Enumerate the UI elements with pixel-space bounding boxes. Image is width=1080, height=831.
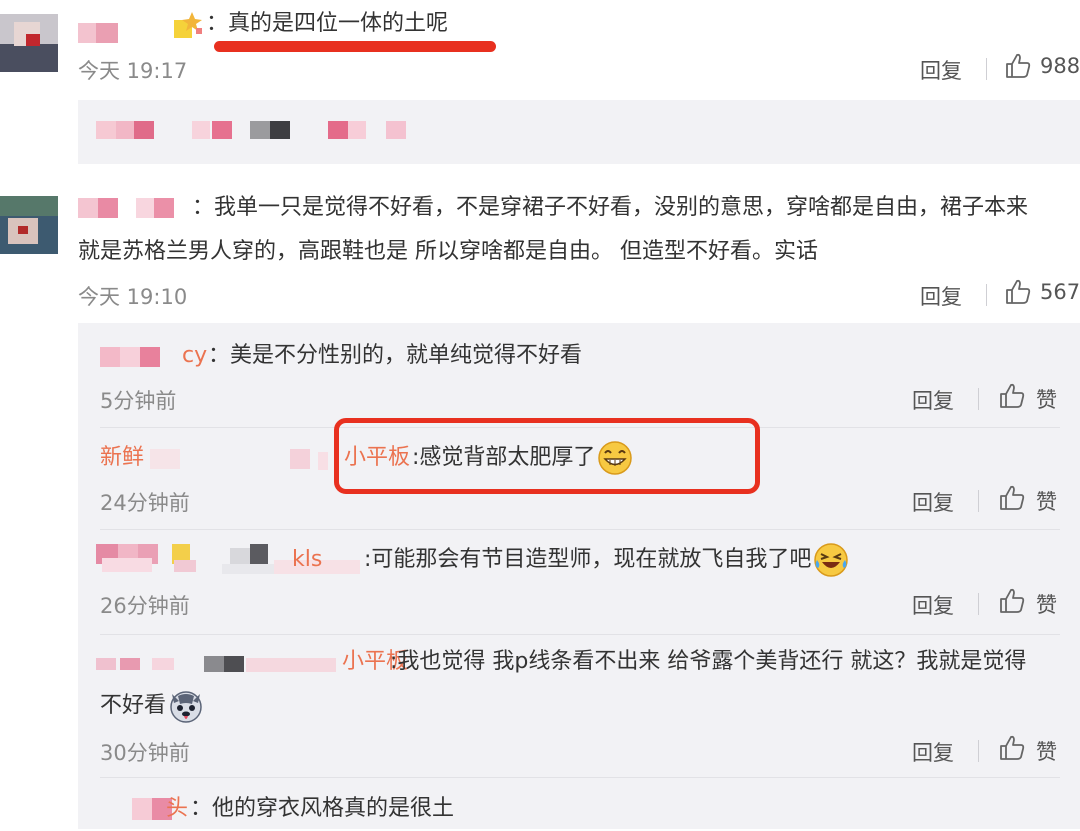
comment-time: 今天 19:10 xyxy=(78,285,188,309)
avatar[interactable] xyxy=(0,14,58,72)
action-divider xyxy=(978,593,979,615)
reply-username-blurred[interactable] xyxy=(150,446,330,472)
action-divider xyxy=(978,388,979,410)
reply-username-blurred[interactable] xyxy=(100,345,180,369)
reply-time: 5分钟前 xyxy=(100,389,177,413)
like-label: 赞 xyxy=(1036,740,1057,764)
reply-username-blurred[interactable] xyxy=(96,654,342,674)
comment-text-line2: 就是苏格兰男人穿的，高跟鞋也是 所以穿啥都是自由。 但造型不好看。实话 xyxy=(78,239,818,264)
comment-text-line1: ：我单一只是觉得不好看，不是穿裙子不好看，没别的意思，穿啥都是自由，裙子本来 xyxy=(192,195,1029,220)
reply-time: 30分钟前 xyxy=(100,741,190,765)
reply-separator xyxy=(100,777,1060,778)
reply-button[interactable]: 回复 xyxy=(912,487,954,517)
reply-username-suffix[interactable]: 头 xyxy=(166,787,188,831)
reply-text: ：他的穿衣风格真的是很土 xyxy=(190,796,455,821)
reply-text: :可能那会有节目造型师，现在就放飞自我了吧 xyxy=(364,538,849,582)
reply-text: ：美是不分性别的，就单纯觉得不好看 xyxy=(208,343,583,368)
thumbs-up-icon xyxy=(1004,278,1032,306)
reply-username-suffix[interactable]: cy xyxy=(182,334,207,378)
action-divider xyxy=(986,284,987,306)
reply-text-line2: 不好看 xyxy=(100,684,204,728)
reply-text-content: 不好看 xyxy=(100,693,167,718)
thumbs-up-icon xyxy=(1004,52,1032,80)
sparkle-emoji xyxy=(172,8,204,40)
avatar[interactable] xyxy=(0,196,58,254)
action-divider xyxy=(986,58,987,80)
reply-text-content: :可能那会有节目造型师，现在就放飞自我了吧 xyxy=(364,547,812,572)
reply-time: 24分钟前 xyxy=(100,491,190,515)
reply-username-suffix[interactable]: kls xyxy=(292,538,322,582)
action-divider xyxy=(978,740,979,762)
username-blurred[interactable] xyxy=(78,198,190,218)
reply-text-line1: :我也觉得 我p线条看不出来 给爷露个美背还行 就这？我就是觉得 xyxy=(390,649,1027,674)
reply-button[interactable]: 回复 xyxy=(920,281,962,311)
reply-button[interactable]: 回复 xyxy=(912,590,954,620)
reply-button[interactable]: 回复 xyxy=(912,385,954,415)
laughing-tears-emoji xyxy=(813,542,849,578)
husky-dog-emoji xyxy=(168,688,204,724)
reply-panel-blurred xyxy=(78,100,1080,164)
thumbs-up-icon xyxy=(998,587,1026,615)
reply-separator xyxy=(100,529,1060,530)
like-count: 988 xyxy=(1040,54,1080,78)
thumbs-up-icon xyxy=(998,382,1026,410)
comment-text: ：真的是四位一体的土呢 xyxy=(206,11,449,36)
highlight-underline xyxy=(214,41,496,52)
reply-time: 26分钟前 xyxy=(100,594,190,618)
highlight-box xyxy=(334,418,760,494)
reply-button[interactable]: 回复 xyxy=(920,55,962,85)
action-divider xyxy=(978,490,979,512)
thumbs-up-icon xyxy=(998,734,1026,762)
like-label: 赞 xyxy=(1036,388,1057,412)
reply-username-prefix[interactable]: 新鲜 xyxy=(100,436,144,480)
username-blurred[interactable] xyxy=(78,23,118,43)
comment-time: 今天 19:17 xyxy=(78,59,188,83)
like-label: 赞 xyxy=(1036,593,1057,617)
reply-button[interactable]: 回复 xyxy=(912,737,954,767)
like-count: 567 xyxy=(1040,280,1080,304)
thumbs-up-icon xyxy=(998,484,1026,512)
reply-separator xyxy=(100,634,1060,635)
like-label: 赞 xyxy=(1036,490,1057,514)
